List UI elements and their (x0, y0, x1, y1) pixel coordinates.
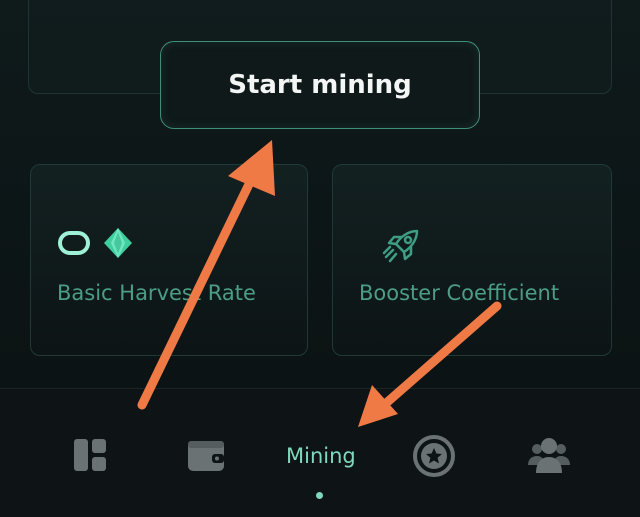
nav-wallet[interactable] (186, 437, 226, 477)
nav-rewards[interactable] (413, 435, 455, 481)
nav-team[interactable] (526, 435, 572, 479)
basic-harvest-rate-label: Basic Harvest Rate (57, 281, 256, 305)
start-mining-button[interactable]: Start mining (160, 41, 480, 129)
booster-coefficient-card[interactable]: Booster Coefficient (332, 164, 612, 356)
rocket-icon (382, 229, 419, 263)
team-icon (528, 438, 570, 473)
wallet-icon (188, 441, 224, 471)
bottom-navigation: Mining (0, 388, 640, 517)
toggle-pill-icon (58, 231, 90, 255)
active-indicator-dot (316, 492, 323, 499)
basic-harvest-rate-card[interactable]: Basic Harvest Rate (30, 164, 308, 356)
nav-mining[interactable]: Mining (286, 444, 356, 468)
diamond-gem-icon (104, 228, 132, 258)
start-mining-label: Start mining (228, 70, 412, 100)
harvest-icons (57, 227, 133, 259)
booster-coefficient-label: Booster Coefficient (359, 281, 560, 305)
nav-mining-label: Mining (286, 444, 356, 468)
star-badge-icon (413, 435, 455, 477)
nav-dashboard[interactable] (72, 437, 108, 477)
dashboard-icon (74, 439, 106, 471)
booster-icons (379, 223, 425, 273)
